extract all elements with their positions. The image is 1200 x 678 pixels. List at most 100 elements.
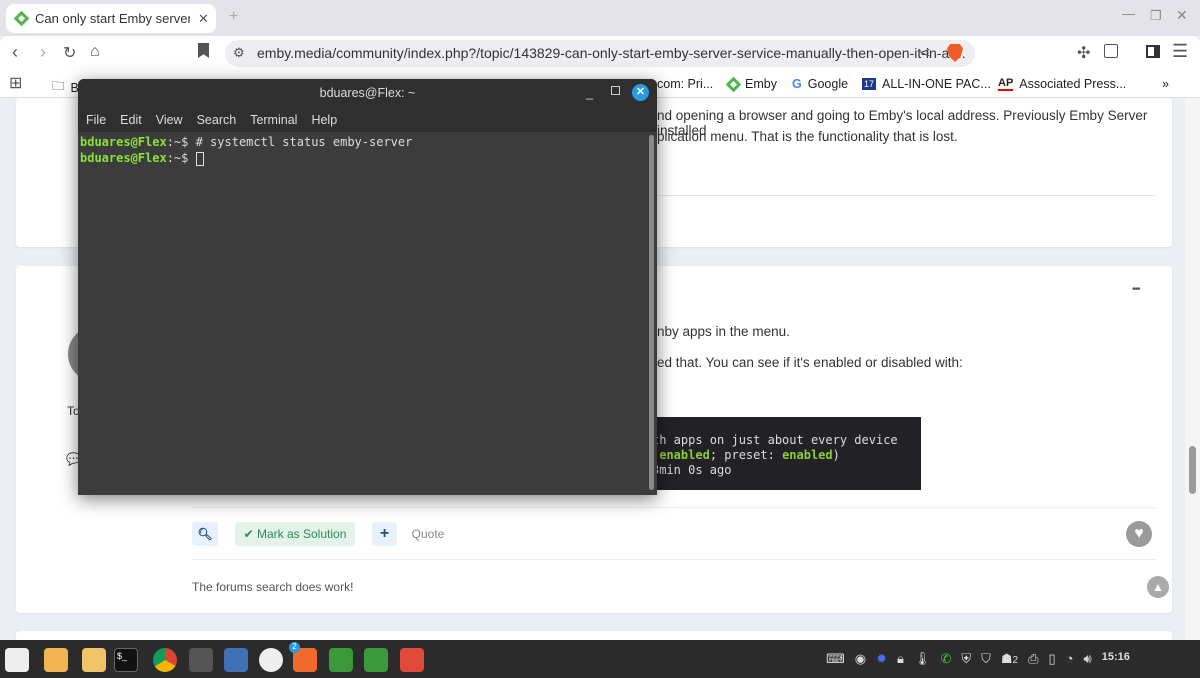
terminal-icon[interactable]: $_ xyxy=(114,648,138,672)
code-block: th apps on just about every device enabl… xyxy=(640,417,921,490)
maximize-icon[interactable] xyxy=(611,86,620,95)
terminal-scrollbar[interactable] xyxy=(649,135,654,490)
divider xyxy=(192,559,1156,560)
more-bookmarks-button[interactable]: » xyxy=(1162,77,1169,91)
address-bar[interactable]: ⚙ emby.media/community/index.php?/topic/… xyxy=(225,40,975,67)
post-text: plication menu. That is the functionalit… xyxy=(657,129,958,144)
phone-icon[interactable]: ✆ xyxy=(940,651,951,667)
bookmark-google[interactable]: G Google xyxy=(792,77,848,91)
heart-icon: ♥ xyxy=(1134,525,1144,542)
chevron-up-icon: ▲ xyxy=(1152,580,1164,594)
terminal-output[interactable]: bduares@Flex:~$ # systemctl status emby-… xyxy=(78,132,657,495)
sidebar-icon[interactable] xyxy=(1146,45,1160,58)
signature: The forums search does work! xyxy=(192,580,354,594)
search-icon: 🔍︎ xyxy=(197,527,213,541)
printer-icon[interactable]: ⎙ xyxy=(1028,651,1038,667)
search-button[interactable]: 🔍︎ xyxy=(192,522,218,546)
scrollbar-thumb[interactable] xyxy=(1189,446,1196,494)
keyboard-icon[interactable]: ⌨ xyxy=(826,651,845,667)
bookmark-allinone[interactable]: 17 ALL-IN-ONE PAC... xyxy=(862,77,991,91)
menu-file[interactable]: File xyxy=(86,113,106,132)
multiquote-button[interactable]: + xyxy=(372,522,397,546)
temperature-icon[interactable]: 🌡︎ xyxy=(914,651,931,667)
more-options-button[interactable]: ••• xyxy=(1132,284,1140,295)
menu-view[interactable]: View xyxy=(156,113,183,132)
post-text: ed that. You can see if it's enabled or … xyxy=(657,355,963,370)
minimize-icon[interactable]: — xyxy=(1122,6,1135,21)
menu-terminal[interactable]: Terminal xyxy=(250,113,297,132)
bookmark-ap[interactable]: AP Associated Press... xyxy=(998,77,1126,91)
bookmark-icon[interactable] xyxy=(198,43,209,58)
extensions-icon[interactable]: ✣ xyxy=(1077,43,1090,63)
tab-title: Can only start Emby server se xyxy=(35,11,190,26)
vpn-icon[interactable]: ✹ xyxy=(876,651,887,667)
quote-button[interactable]: Quote xyxy=(405,522,451,546)
like-button[interactable]: ♥ xyxy=(1126,521,1152,547)
gimp-icon[interactable] xyxy=(400,648,424,672)
mail-icon[interactable] xyxy=(224,648,248,672)
taskbar: $_ 2 ⌨ ◉ ✹ 🔒︎ 🌡︎ ✆ ⛨ ⛉ ☗2 ⎙ ▯ ◔ 🔊︎ 15:16 xyxy=(0,640,1200,678)
emby-favicon-icon xyxy=(13,10,30,27)
brave-badge: 2 xyxy=(289,642,300,653)
page-scrollbar[interactable] xyxy=(1185,98,1200,640)
mark-as-solution-button[interactable]: ✔ Mark as Solution xyxy=(235,522,355,546)
menu-edit[interactable]: Edit xyxy=(120,113,142,132)
bookmark-emby[interactable]: Emby xyxy=(725,76,777,92)
search-tabs-icon[interactable] xyxy=(1104,44,1118,58)
menu-help[interactable]: Help xyxy=(311,113,337,132)
tab-active[interactable]: Can only start Emby server se ✕ xyxy=(6,4,216,33)
ap-icon: AP xyxy=(998,77,1014,91)
close-tab-icon[interactable]: ✕ xyxy=(198,11,209,27)
google-icon: G xyxy=(792,77,802,91)
back-icon[interactable]: ‹ xyxy=(12,42,18,63)
emby-icon xyxy=(725,76,742,92)
post-text: nby apps in the menu. xyxy=(657,324,790,339)
terminal-menubar: File Edit View Search Terminal Help xyxy=(78,106,657,132)
security-icon[interactable]: ⛨ xyxy=(961,651,971,667)
forward-icon[interactable]: › xyxy=(40,42,46,63)
folder-icon: 🗀 xyxy=(52,79,65,93)
menu-icon[interactable]: ☰ xyxy=(1172,41,1188,62)
site-settings-icon[interactable]: ⚙ xyxy=(233,45,245,61)
lock-icon[interactable] xyxy=(364,648,388,672)
spreadsheet-icon[interactable] xyxy=(259,648,283,672)
discord-icon[interactable]: ◉ xyxy=(855,651,866,667)
notifications-icon[interactable]: ☗2 xyxy=(1001,651,1018,667)
scroll-to-top-button[interactable]: ▲ xyxy=(1147,576,1169,598)
update-icon[interactable]: ⛉ xyxy=(981,651,991,667)
lock-tray-icon[interactable]: 🔒︎ xyxy=(897,651,904,667)
menu-search[interactable]: Search xyxy=(197,113,237,132)
volume-icon[interactable]: 🔊︎ xyxy=(1084,651,1092,667)
brave-icon[interactable]: 2 xyxy=(289,642,317,672)
new-tab-icon[interactable]: + xyxy=(229,8,238,26)
folder-icon[interactable] xyxy=(82,648,106,672)
plus-icon: + xyxy=(379,525,390,542)
bookmark-folder[interactable]: 🗀 B xyxy=(52,77,79,98)
minimize-icon[interactable]: _ xyxy=(586,79,593,107)
bookmark-item[interactable]: com: Pri... xyxy=(657,77,713,91)
calculator-icon[interactable] xyxy=(189,648,213,672)
files-icon[interactable] xyxy=(44,648,68,672)
seventeen-icon: 17 xyxy=(862,78,877,90)
reload-icon[interactable]: ↻ xyxy=(63,43,76,63)
battery-icon[interactable]: ▯ xyxy=(1049,651,1056,667)
system-tray: ⌨ ◉ ✹ 🔒︎ 🌡︎ ✆ ⛨ ⛉ ☗2 ⎙ ▯ ◔ 🔊︎ 15:16 xyxy=(826,651,1130,667)
share-icon[interactable]: ⋖ xyxy=(919,44,931,61)
skull-menu-icon[interactable] xyxy=(5,648,29,672)
apps-grid-icon[interactable]: ⊞ xyxy=(9,73,22,93)
shield-icon[interactable] xyxy=(329,648,353,672)
close-window-icon[interactable]: ✕ xyxy=(1176,7,1188,24)
wifi-icon[interactable]: ◔ xyxy=(1066,651,1074,667)
restore-icon[interactable]: ❐ xyxy=(1150,8,1162,24)
chrome-icon[interactable] xyxy=(153,648,177,672)
terminal-window[interactable]: bduares@Flex: ~ _ ✕ File Edit View Searc… xyxy=(78,79,657,495)
cursor xyxy=(195,151,204,166)
clock[interactable]: 15:16 xyxy=(1102,651,1130,667)
url-text: emby.media/community/index.php?/topic/14… xyxy=(257,45,966,61)
divider xyxy=(192,507,1156,508)
terminal-title: bduares@Flex: ~ xyxy=(319,86,416,100)
tab-bar: Can only start Emby server se ✕ + — ❐ ✕ xyxy=(0,0,1200,36)
close-icon[interactable]: ✕ xyxy=(632,84,649,101)
home-icon[interactable]: ⌂ xyxy=(90,43,100,61)
terminal-titlebar[interactable]: bduares@Flex: ~ _ ✕ xyxy=(78,79,657,106)
